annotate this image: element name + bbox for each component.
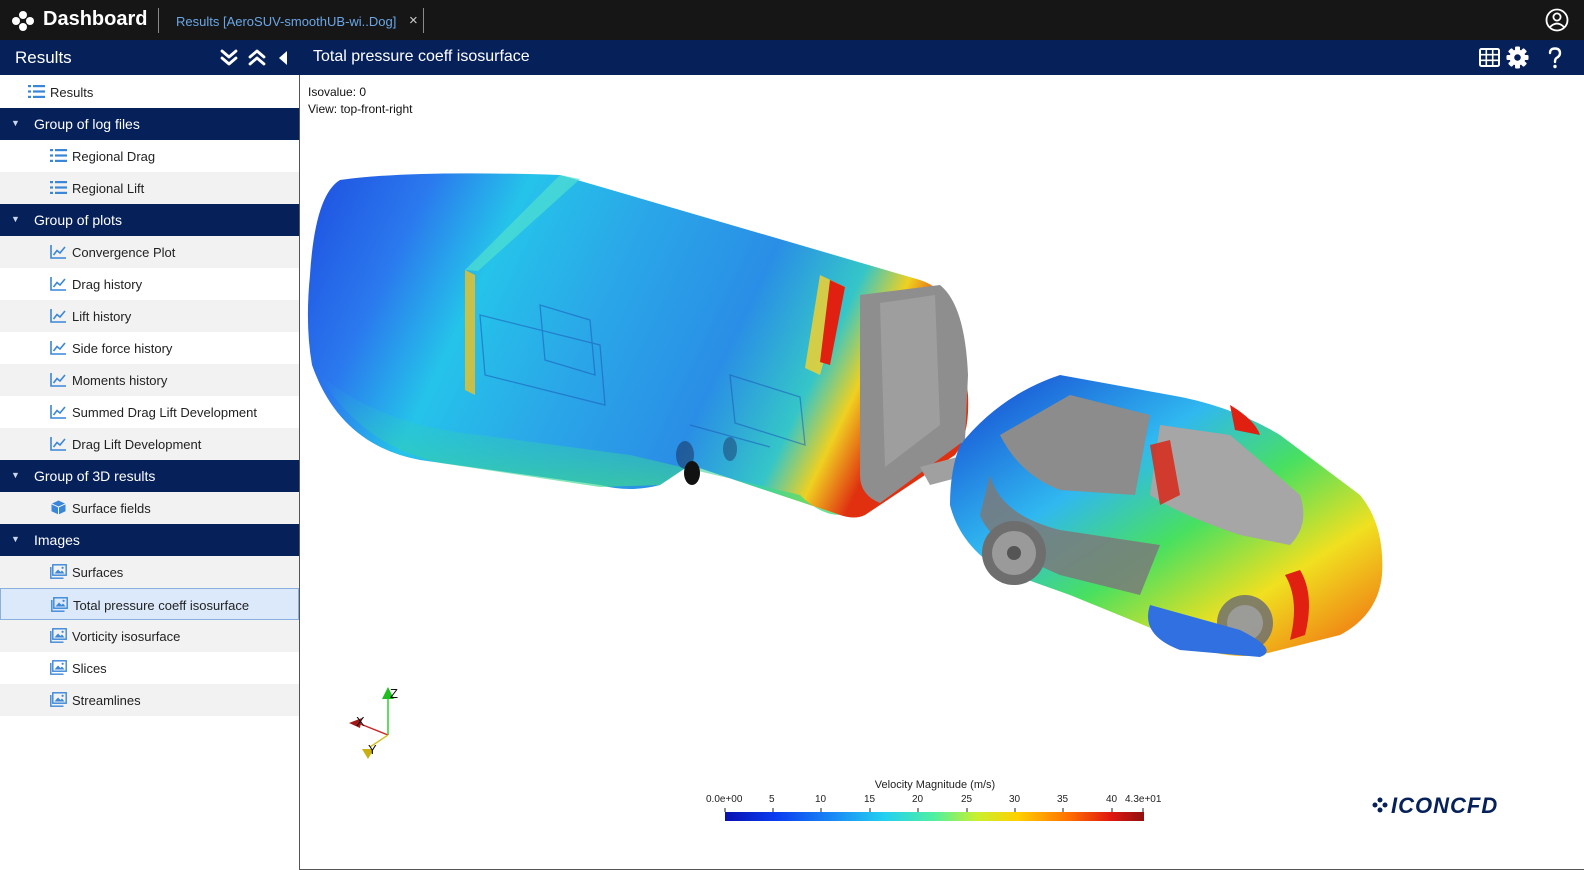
chart-line-icon xyxy=(50,437,66,451)
chart-line-icon xyxy=(50,309,66,323)
results-tab[interactable]: Results [AeroSUV-smoothUB-wi..Dog] xyxy=(176,14,396,29)
tree-item-moments-history[interactable]: Moments history xyxy=(0,364,299,396)
group-images[interactable]: ▼ Images xyxy=(0,524,299,556)
colorbar-tick: 30 xyxy=(1009,794,1021,805)
page-title: Total pressure coeff isosurface xyxy=(313,48,530,65)
axis-y-label: Y xyxy=(368,742,377,757)
collapse-all-icon[interactable] xyxy=(247,48,267,68)
divider xyxy=(423,8,424,33)
axis-x-label: X xyxy=(356,714,365,729)
logo-text: ICONCFD xyxy=(1391,793,1498,817)
sidebar-title: Results xyxy=(15,48,72,67)
chart-line-icon xyxy=(50,245,66,259)
tree-item-surfaces[interactable]: Surfaces xyxy=(0,556,299,588)
isosurface-render: Z X Y xyxy=(307,173,1383,821)
divider xyxy=(158,8,159,33)
chart-line-icon xyxy=(50,277,66,291)
tree-item-regional-drag[interactable]: Regional Drag xyxy=(0,140,299,172)
tree-item-convergence-plot[interactable]: Convergence Plot xyxy=(0,236,299,268)
group-label: Group of log files xyxy=(34,116,140,132)
colorbar-tick: 35 xyxy=(1057,794,1069,805)
tree-item-label: Regional Lift xyxy=(72,181,145,196)
image-icon xyxy=(50,564,67,579)
tree-item-label: Drag Lift Development xyxy=(72,437,202,452)
tree-item-drag-history[interactable]: Drag history xyxy=(0,268,299,300)
tree-item-label: Lift history xyxy=(72,309,132,324)
colorbar-tick: 40 xyxy=(1106,794,1118,805)
tree-item-label: Moments history xyxy=(72,373,168,388)
tree-item-label: Drag history xyxy=(72,277,143,292)
tree-item-label: Convergence Plot xyxy=(72,245,176,260)
tree-item-slices[interactable]: Slices xyxy=(0,652,299,684)
tree-item-streamlines[interactable]: Streamlines xyxy=(0,684,299,716)
chart-line-icon xyxy=(50,341,66,355)
list-icon xyxy=(28,85,45,98)
group-label: Group of 3D results xyxy=(34,468,156,484)
tree-item-side-force-history[interactable]: Side force history xyxy=(0,332,299,364)
tree-item-label: Streamlines xyxy=(72,693,141,708)
colorbar-tick: 25 xyxy=(961,794,973,805)
caret-down-icon[interactable]: ▼ xyxy=(11,470,20,480)
help-icon[interactable] xyxy=(1548,47,1562,69)
colorbar-tick: 5 xyxy=(769,794,775,805)
iconcfd-logo: ICONCFD xyxy=(1372,793,1498,817)
image-icon xyxy=(51,597,68,612)
caret-down-icon[interactable]: ▼ xyxy=(11,118,20,128)
caret-down-icon[interactable]: ▼ xyxy=(11,214,20,224)
expand-all-icon[interactable] xyxy=(219,48,239,68)
group-3d-results[interactable]: ▼ Group of 3D results xyxy=(0,460,299,492)
tree-item-results[interactable]: Results xyxy=(0,76,299,108)
tree-item-label: Total pressure coeff isosurface xyxy=(73,598,250,613)
colorbar xyxy=(725,812,1144,821)
tree-item-label: Results xyxy=(50,85,94,100)
group-label: Group of plots xyxy=(34,212,122,228)
tree-item-label: Surfaces xyxy=(72,565,124,580)
colorbar-tick: 4.3e+01 xyxy=(1125,794,1162,805)
colorbar-tick: 0.0e+00 xyxy=(706,794,743,805)
tree-item-label: Slices xyxy=(72,661,107,676)
list-icon xyxy=(50,149,67,162)
tree-item-label: Vorticity isosurface xyxy=(72,629,181,644)
axis-z-label: Z xyxy=(390,686,398,701)
tree-item-label: Regional Drag xyxy=(72,149,156,164)
tree-item-regional-lift[interactable]: Regional Lift xyxy=(0,172,299,204)
tree-item-total-pressure-isosurface[interactable]: Total pressure coeff isosurface xyxy=(0,588,299,620)
grid-icon[interactable] xyxy=(1479,48,1500,67)
colorbar-tick: 15 xyxy=(864,794,876,805)
result-image-viewport[interactable]: Isovalue: 0 View: top-front-right Z X Y … xyxy=(299,75,1584,870)
tree-item-label: Summed Drag Lift Development xyxy=(72,405,257,420)
chart-line-icon xyxy=(50,405,66,419)
caret-down-icon[interactable]: ▼ xyxy=(11,534,20,544)
colorbar-tick: 10 xyxy=(815,794,827,805)
user-circle-icon[interactable] xyxy=(1545,8,1569,32)
tree-item-summed-drag-lift[interactable]: Summed Drag Lift Development xyxy=(0,396,299,428)
colorbar-title: Velocity Magnitude (m/s) xyxy=(874,779,996,791)
sidebar-header: Results xyxy=(0,40,299,75)
collapse-panel-icon[interactable] xyxy=(277,50,289,66)
top-bar: Dashboard Results [AeroSUV-smoothUB-wi..… xyxy=(0,0,1584,40)
image-icon xyxy=(50,628,67,643)
brand-title[interactable]: Dashboard xyxy=(43,8,147,31)
image-icon xyxy=(50,660,67,675)
group-log-files[interactable]: ▼ Group of log files xyxy=(0,108,299,140)
tree-item-vorticity-isosurface[interactable]: Vorticity isosurface xyxy=(0,620,299,652)
gear-icon[interactable] xyxy=(1506,46,1529,69)
colorbar-tick: 20 xyxy=(912,794,924,805)
list-icon xyxy=(50,181,67,194)
tab-close-icon[interactable]: × xyxy=(409,12,418,29)
cube-icon xyxy=(51,500,66,515)
axis-triad: Z X Y xyxy=(349,686,398,759)
results-tree: Results ▼ Group of log files Regional Dr… xyxy=(0,76,299,870)
dashboard-logo-icon[interactable] xyxy=(12,11,34,31)
chart-line-icon xyxy=(50,373,66,387)
tree-item-lift-history[interactable]: Lift history xyxy=(0,300,299,332)
group-plots[interactable]: ▼ Group of plots xyxy=(0,204,299,236)
tree-item-drag-lift-development[interactable]: Drag Lift Development xyxy=(0,428,299,460)
main-header: Total pressure coeff isosurface xyxy=(299,40,1584,75)
tree-item-surface-fields[interactable]: Surface fields xyxy=(0,492,299,524)
tree-item-label: Side force history xyxy=(72,341,173,356)
group-label: Images xyxy=(34,532,80,548)
image-icon xyxy=(50,692,67,707)
tree-item-label: Surface fields xyxy=(72,501,151,516)
